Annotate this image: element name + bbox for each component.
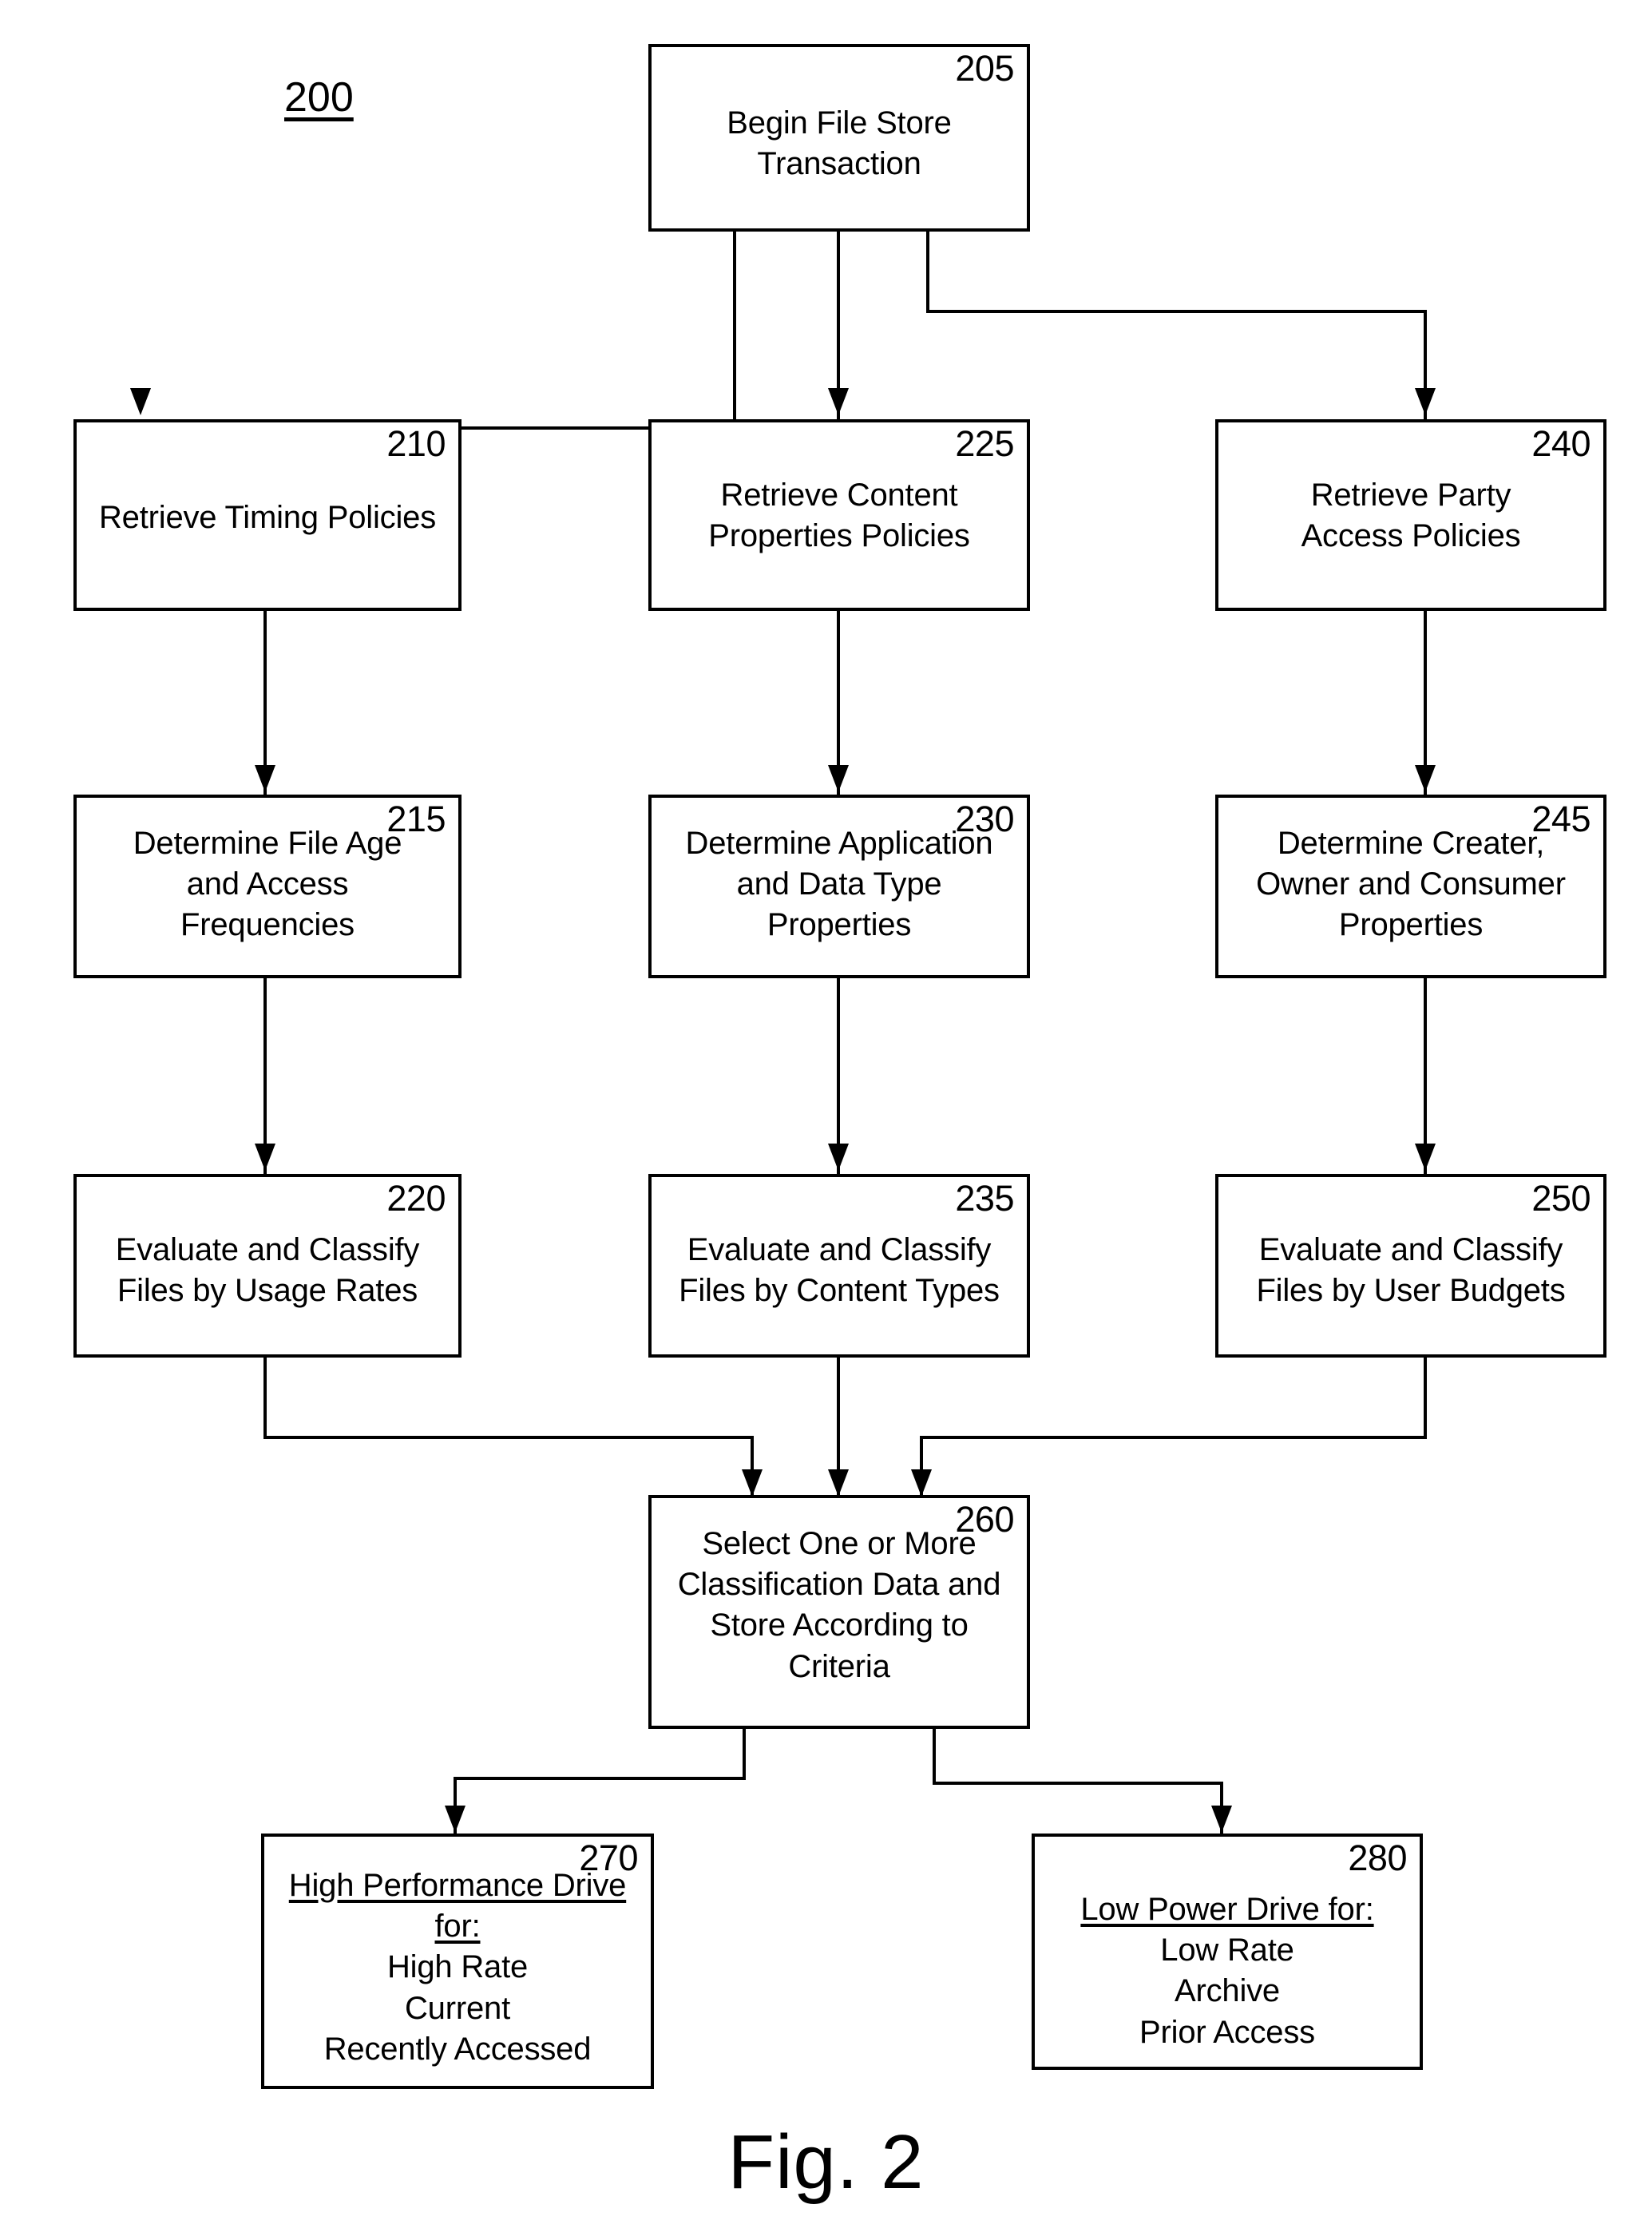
node-205-label: Begin File Store Transaction [727,105,952,182]
connector-260-to-270-seg-h [454,1777,746,1780]
arrowhead-235 [828,1144,849,1171]
arrowhead-230 [828,765,849,792]
node-235-evaluate-and-classify-files-by-content-types[interactable]: 235 Evaluate and Classify Files by Conte… [648,1174,1030,1358]
connector-205-to-240-seg-h [926,310,1427,313]
arrowhead-260-right [911,1469,932,1497]
node-225-ref: 225 [955,423,1014,464]
arrowhead-250 [1415,1144,1436,1171]
connector-220-to-260-seg-v1 [263,1358,267,1439]
node-260-select-classification-data-and-store[interactable]: 260 Select One or More Classification Da… [648,1495,1030,1729]
node-240-ref: 240 [1531,423,1591,464]
arrowhead-280 [1211,1806,1232,1833]
node-220-ref: 220 [386,1178,446,1219]
node-230-determine-application-and-data-type-properties[interactable]: 230 Determine Application and Data Type … [648,795,1030,978]
node-270-lines: High Rate Current Recently Accessed [323,1949,592,2067]
arrowhead-260-center [828,1469,849,1497]
figure-caption: Fig. 2 [727,2119,925,2205]
arrowhead-270 [445,1806,465,1833]
node-280-ref: 280 [1348,1838,1407,1878]
node-245-determine-creater-owner-and-consumer-properties[interactable]: 245 Determine Creater, Owner and Consume… [1215,795,1606,978]
node-250-evaluate-and-classify-files-by-user-budgets[interactable]: 250 Evaluate and Classify Files by User … [1215,1174,1606,1358]
node-230-label: Determine Application and Data Type Prop… [685,826,993,943]
connector-250-to-260-seg-v1 [1424,1358,1427,1439]
node-235-ref: 235 [955,1178,1014,1219]
node-240-label: Retrieve Party Access Policies [1301,478,1521,554]
node-215-determine-file-age-and-access-frequencies[interactable]: 215 Determine File Age and Access Freque… [73,795,462,978]
node-260-label: Select One or More Classification Data a… [677,1526,1001,1684]
node-245-label: Determine Creater, Owner and Consumer Pr… [1256,826,1566,943]
node-280-low-power-drive[interactable]: 280 Low Power Drive for: Low Rate Archiv… [1032,1834,1423,2070]
connector-220-to-260-seg-h [263,1436,754,1439]
node-280-heading: Low Power Drive for: [1080,1892,1374,1927]
arrowhead-215 [255,765,275,792]
node-215-label: Determine File Age and Access Frequencie… [133,826,402,943]
node-210-retrieve-timing-policies[interactable]: 210 Retrieve Timing Policies [73,419,462,611]
node-280-lines: Low Rate Archive Prior Access [1139,1933,1315,2050]
arrowhead-225 [828,388,849,415]
node-240-retrieve-party-access-policies[interactable]: 240 Retrieve Party Access Policies [1215,419,1606,611]
node-225-retrieve-content-properties-policies[interactable]: 225 Retrieve Content Properties Policies [648,419,1030,611]
connector-260-to-270-seg-v1 [743,1729,746,1780]
connector-205-to-240-seg-v1 [926,232,929,313]
node-210-ref: 210 [386,423,446,464]
arrowhead-260-left [742,1469,763,1497]
arrowhead-210 [130,388,151,415]
arrowhead-245 [1415,765,1436,792]
node-220-evaluate-and-classify-files-by-usage-rates[interactable]: 220 Evaluate and Classify Files by Usage… [73,1174,462,1358]
figure-reference-numeral: 200 [284,74,354,121]
connector-260-to-280-seg-h [933,1782,1223,1785]
node-225-label: Retrieve Content Properties Policies [708,478,970,554]
arrowhead-240 [1415,388,1436,415]
node-270-heading: High Performance Drive for: [288,1868,627,1945]
node-235-label: Evaluate and Classify Files by Content T… [679,1232,1000,1309]
node-205-ref: 205 [955,48,1014,89]
figure-canvas: 200 205 Begin File Store Transaction 210… [0,0,1652,2228]
node-210-label: Retrieve Timing Policies [98,500,437,535]
node-250-label: Evaluate and Classify Files by User Budg… [1256,1232,1566,1309]
node-270-high-performance-drive[interactable]: 270 High Performance Drive for: High Rat… [261,1834,654,2089]
node-250-ref: 250 [1531,1178,1591,1219]
connector-250-to-260-seg-h [920,1436,1427,1439]
node-205-begin-file-store-transaction[interactable]: 205 Begin File Store Transaction [648,44,1030,232]
arrowhead-220 [255,1144,275,1171]
connector-260-to-280-seg-v1 [933,1729,936,1785]
node-220-label: Evaluate and Classify Files by Usage Rat… [115,1232,420,1309]
connector-205-to-210-seg-v1 [733,232,736,430]
